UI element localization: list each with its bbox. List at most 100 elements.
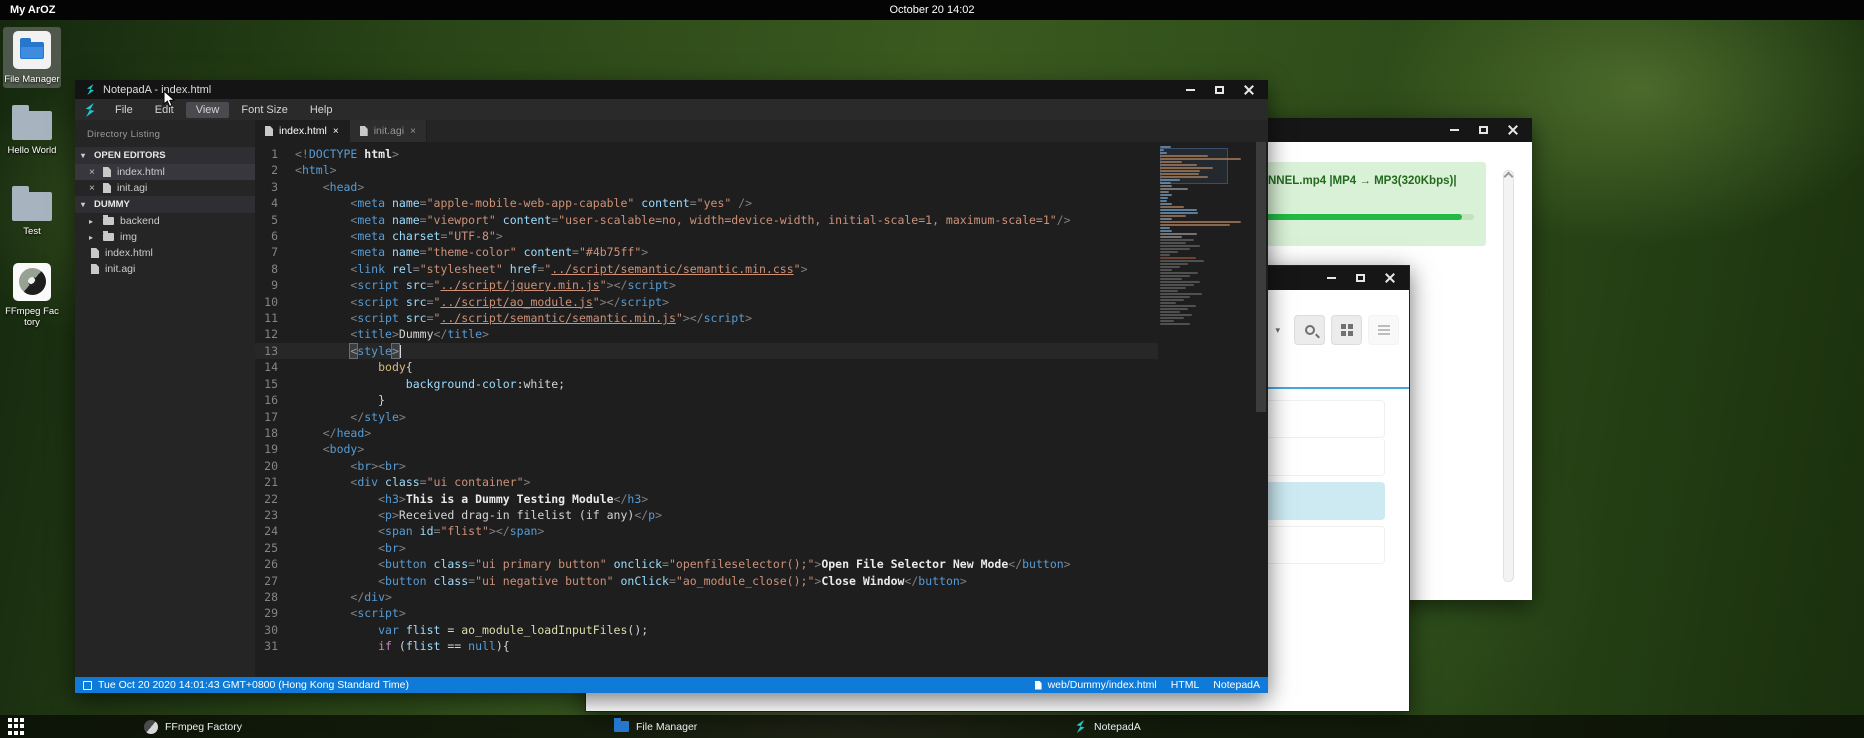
- close-icon[interactable]: ×: [89, 167, 97, 178]
- code-line[interactable]: 15 background-color:white;: [255, 376, 1158, 392]
- code-line[interactable]: 26 <button class="ui primary button" onc…: [255, 556, 1158, 572]
- code-line[interactable]: 12 <title>Dummy</title>: [255, 326, 1158, 342]
- code-line[interactable]: 10 <script src="../script/ao_module.js">…: [255, 294, 1158, 310]
- taskbar-item-file-manager[interactable]: File Manager: [608, 715, 703, 738]
- editor-scrollbar[interactable]: [1254, 142, 1268, 677]
- caret-down-icon[interactable]: ▾: [1275, 325, 1280, 336]
- line-number: 10: [255, 294, 295, 310]
- code-line[interactable]: 8 <link rel="stylesheet" href="../script…: [255, 261, 1158, 277]
- code-area[interactable]: 1<!DOCTYPE html>2<html>3 <head>4 <meta n…: [255, 142, 1268, 677]
- menu-view[interactable]: View: [186, 102, 230, 118]
- code-line[interactable]: 31 if (flist == null){: [255, 638, 1158, 654]
- code-line[interactable]: 4 <meta name="apple-mobile-web-app-capab…: [255, 195, 1158, 211]
- close-icon[interactable]: [1508, 125, 1518, 135]
- code-line[interactable]: 30 var flist = ao_module_loadInputFiles(…: [255, 622, 1158, 638]
- line-number: 1: [255, 146, 295, 162]
- line-content: <script>: [295, 605, 406, 621]
- code-line[interactable]: 24 <span id="flist"></span>: [255, 523, 1158, 539]
- minimize-icon[interactable]: [1186, 89, 1195, 91]
- line-number: 22: [255, 491, 295, 507]
- tree-item-index.html[interactable]: index.html: [75, 245, 255, 261]
- taskbar-item-notepada[interactable]: NotepadA: [1068, 715, 1147, 738]
- code-line[interactable]: 17 </style>: [255, 409, 1158, 425]
- tree-item-init.agi[interactable]: ×init.agi: [75, 180, 255, 196]
- close-icon[interactable]: ×: [410, 126, 416, 137]
- code-line[interactable]: 6 <meta charset="UTF-8">: [255, 228, 1158, 244]
- code-line[interactable]: 11 <script src="../script/semantic/seman…: [255, 310, 1158, 326]
- start-menu-button[interactable]: [8, 718, 25, 735]
- line-content: <p>Received drag-in filelist (if any)</p…: [295, 507, 662, 523]
- scroll-up-icon[interactable]: [1504, 172, 1514, 182]
- line-content: <button class="ui negative button" onCli…: [295, 573, 967, 589]
- line-content: <span id="flist"></span>: [295, 523, 544, 539]
- ffmpeg-scrollbar[interactable]: [1503, 170, 1514, 582]
- close-icon[interactable]: [1244, 85, 1254, 95]
- tree-item-img[interactable]: ▸img: [75, 229, 255, 245]
- tree-section-open-editors[interactable]: ▾OPEN EDITORS: [75, 147, 255, 164]
- chevron-down-icon: ▾: [81, 200, 89, 209]
- minimize-icon[interactable]: [1450, 129, 1459, 131]
- minimap[interactable]: [1160, 146, 1252, 677]
- desktop-icon-file-manager[interactable]: File Manager: [3, 27, 61, 88]
- tree-item-label: backend: [120, 215, 160, 227]
- code-line[interactable]: 23 <p>Received drag-in filelist (if any)…: [255, 507, 1158, 523]
- tab-label: init.agi: [374, 125, 404, 137]
- window-title: NotepadA - index.html: [103, 84, 211, 96]
- status-filepath[interactable]: web/Dummy/index.html: [1048, 679, 1157, 691]
- line-number: 27: [255, 573, 295, 589]
- close-icon[interactable]: ×: [333, 126, 339, 137]
- menu-file[interactable]: File: [105, 102, 143, 118]
- line-content: <body>: [295, 441, 364, 457]
- tab-index.html[interactable]: index.html×: [255, 120, 350, 142]
- code-line[interactable]: 21 <div class="ui container">: [255, 474, 1158, 490]
- line-content: <style>: [295, 343, 401, 359]
- tree-item-init.agi[interactable]: init.agi: [75, 261, 255, 277]
- code-line[interactable]: 5 <meta name="viewport" content="user-sc…: [255, 212, 1158, 228]
- code-line[interactable]: 19 <body>: [255, 441, 1158, 457]
- line-content: <html>: [295, 162, 337, 178]
- menu-font-size[interactable]: Font Size: [231, 102, 297, 118]
- code-line[interactable]: 18 </head>: [255, 425, 1158, 441]
- search-button[interactable]: [1294, 315, 1325, 345]
- line-content: var flist = ao_module_loadInputFiles();: [295, 622, 648, 638]
- status-language[interactable]: HTML: [1171, 679, 1200, 691]
- tree-item-backend[interactable]: ▸backend: [75, 213, 255, 229]
- maximize-icon[interactable]: [1215, 86, 1224, 94]
- desktop-icon-label: Test: [4, 226, 60, 237]
- desktop-icon-hello-world[interactable]: Hello World: [3, 100, 61, 159]
- grid-view-button[interactable]: [1331, 315, 1362, 345]
- code-line[interactable]: 29 <script>: [255, 605, 1158, 621]
- notepada-titlebar[interactable]: NotepadA - index.html: [75, 80, 1268, 99]
- code-line[interactable]: 27 <button class="ui negative button" on…: [255, 573, 1158, 589]
- code-line[interactable]: 22 <h3>This is a Dummy Testing Module</h…: [255, 491, 1158, 507]
- tab-init.agi[interactable]: init.agi ×: [350, 120, 427, 142]
- minimize-icon[interactable]: [1327, 277, 1336, 279]
- code-line[interactable]: 7 <meta name="theme-color" content="#4b7…: [255, 244, 1158, 260]
- code-line[interactable]: 3 <head>: [255, 179, 1158, 195]
- desktop-icon-ffmpeg-factory[interactable]: FFmpeg Factory: [3, 259, 61, 331]
- maximize-icon[interactable]: [1479, 126, 1488, 134]
- close-icon[interactable]: [1385, 273, 1395, 283]
- menu-edit[interactable]: Edit: [145, 102, 184, 118]
- list-view-button[interactable]: [1368, 315, 1399, 345]
- taskbar-item-label: File Manager: [636, 721, 697, 733]
- code-line[interactable]: 14 body{: [255, 359, 1158, 375]
- code-lines[interactable]: 1<!DOCTYPE html>2<html>3 <head>4 <meta n…: [255, 146, 1158, 655]
- tree-section-dummy[interactable]: ▾DUMMY: [75, 196, 255, 213]
- code-line[interactable]: 25 <br>: [255, 540, 1158, 556]
- line-number: 6: [255, 228, 295, 244]
- code-line[interactable]: 2<html>: [255, 162, 1158, 178]
- menu-help[interactable]: Help: [300, 102, 343, 118]
- code-line[interactable]: 9 <script src="../script/jquery.min.js">…: [255, 277, 1158, 293]
- taskbar-item-ffmpeg-factory[interactable]: FFmpeg Factory: [138, 715, 248, 738]
- maximize-icon[interactable]: [1356, 274, 1365, 282]
- code-line[interactable]: 1<!DOCTYPE html>: [255, 146, 1158, 162]
- code-line[interactable]: 20 <br><br>: [255, 458, 1158, 474]
- scrollbar-thumb[interactable]: [1256, 142, 1266, 412]
- code-line[interactable]: 16 }: [255, 392, 1158, 408]
- code-line[interactable]: 28 </div>: [255, 589, 1158, 605]
- close-icon[interactable]: ×: [89, 183, 97, 194]
- tree-item-index.html[interactable]: ×index.html: [75, 164, 255, 180]
- code-line[interactable]: 13 <style>: [255, 343, 1158, 359]
- desktop-icon-test[interactable]: Test: [3, 181, 61, 240]
